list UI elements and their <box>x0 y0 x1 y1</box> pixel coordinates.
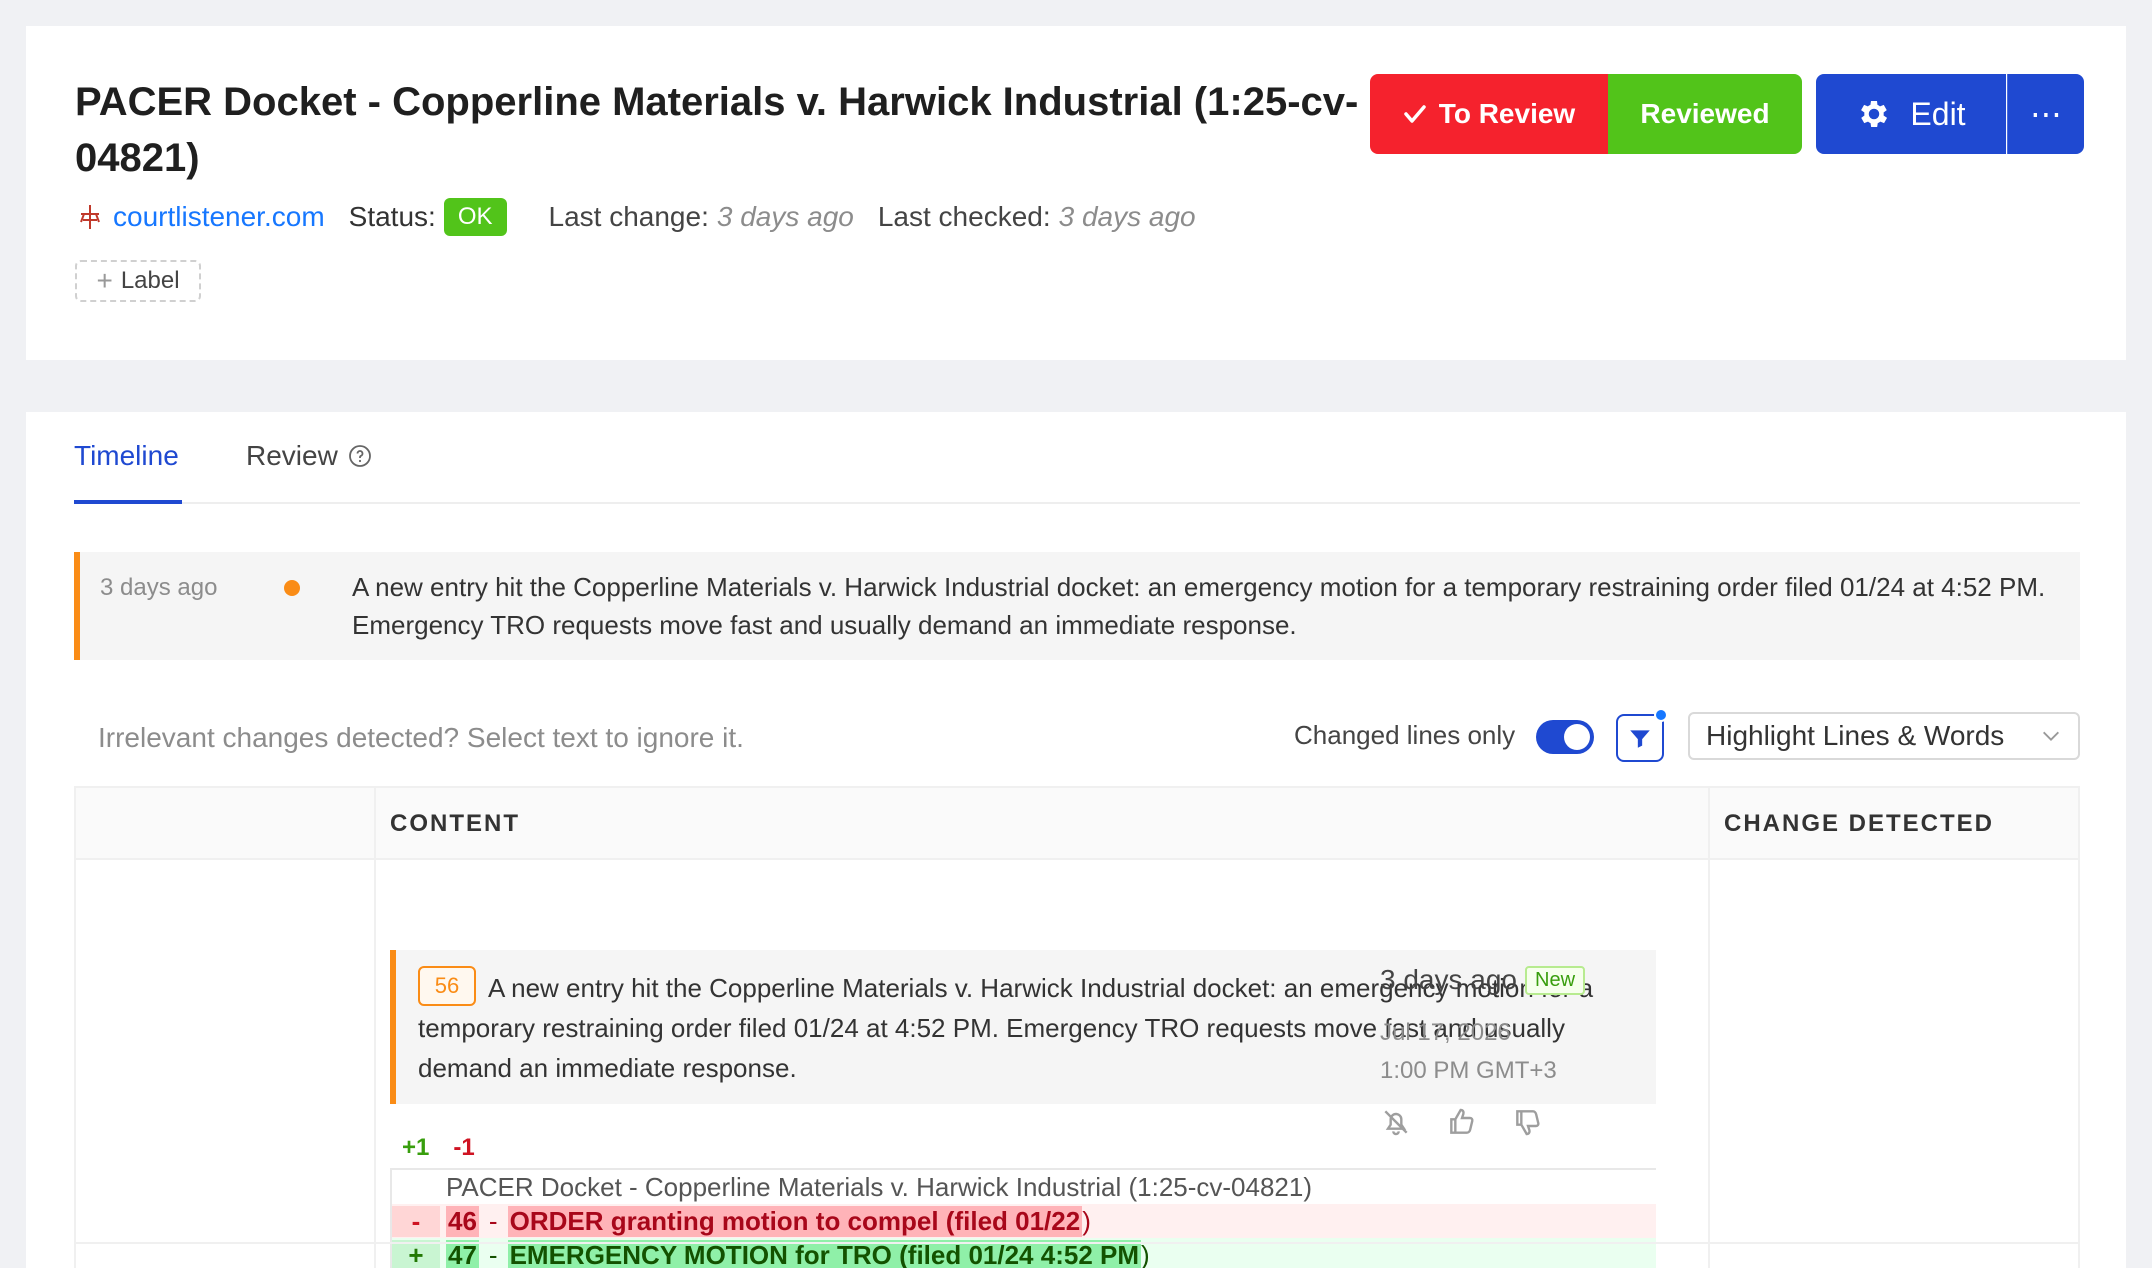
diff-minus-marker: - <box>392 1205 440 1237</box>
tab-review-label: Review <box>246 440 338 471</box>
changed-only-toggle[interactable] <box>1536 720 1594 754</box>
thumbs-up-icon[interactable] <box>1446 1106 1478 1138</box>
removed-count: -1 <box>453 1134 475 1161</box>
more-button[interactable]: ⋯ <box>2007 74 2084 154</box>
tab-review[interactable]: Review <box>246 440 372 504</box>
diff-stats: +1 -1 <box>402 1134 475 1162</box>
new-badge: New <box>1525 965 1586 995</box>
change-date: Jul 17, 2026 1:00 PM GMT+3 <box>1380 1014 1557 1090</box>
mute-icon[interactable] <box>1380 1106 1412 1138</box>
added-count: +1 <box>402 1134 430 1161</box>
source-link[interactable]: courtlistener.com <box>113 201 325 233</box>
last-change-value: 3 days ago <box>716 201 854 232</box>
filter-button[interactable] <box>1616 708 1668 762</box>
diff-context-text: PACER Docket - Copperline Materials v. H… <box>446 1171 1313 1202</box>
status-badge: OK <box>443 198 507 236</box>
diff-view: PACER Docket - Copperline Materials v. H… <box>390 1168 1656 1268</box>
toggle-knob <box>1564 724 1590 750</box>
col-change-header: CHANGE DETECTED <box>1724 810 1995 837</box>
chevron-down-icon <box>2043 731 2059 741</box>
changed-only-label: Changed lines only <box>1294 720 1516 750</box>
tab-timeline[interactable]: Timeline <box>74 440 182 504</box>
table-header: CONTENT CHANGE DETECTED <box>76 788 2078 860</box>
source-icon <box>75 202 105 232</box>
column-divider <box>1708 788 1710 1268</box>
highlight-mode-select[interactable]: Highlight Lines & Words <box>1688 712 2080 760</box>
highlight-mode-value: Highlight Lines & Words <box>1706 720 2005 751</box>
help-icon <box>348 445 371 467</box>
meta-row: courtlistener.com Status: OK Last change… <box>75 194 1220 240</box>
col-content-header: CONTENT <box>390 810 520 837</box>
reviewed-label: Reviewed <box>1640 98 1770 129</box>
to-review-label: To Review <box>1438 98 1576 129</box>
filter-icon <box>1630 730 1650 748</box>
edit-label: Edit <box>1910 95 1966 132</box>
diff-removed-number: 46 <box>446 1205 479 1237</box>
event-dot <box>284 580 300 596</box>
check-icon <box>1404 105 1426 123</box>
thumbs-down-icon[interactable] <box>1512 1106 1544 1138</box>
change-date-text: Jul 17, 2026 <box>1380 1019 1511 1046</box>
main-card: Timeline Review 3 days ago A new entry h… <box>26 412 2126 1268</box>
change-time: 3 days ago New <box>1380 964 1586 996</box>
ignore-hint: Irrelevant changes detected? Select text… <box>98 722 744 753</box>
tab-bar: Timeline Review <box>74 412 2080 504</box>
header-card: PACER Docket - Copperline Materials v. H… <box>26 26 2126 360</box>
change-time-text: 3 days ago <box>1380 964 1517 995</box>
filter-active-dot <box>1654 708 1668 722</box>
page-title: PACER Docket - Copperline Materials v. H… <box>75 80 1359 180</box>
row-divider <box>76 1242 2078 1244</box>
last-checked-label: Last checked: <box>877 201 1051 232</box>
add-label-text: Label <box>120 267 180 294</box>
changes-table: CONTENT CHANGE DETECTED 56 A new entry h… <box>74 786 2080 1268</box>
diff-removed-text: ORDER granting motion to compel (filed 0… <box>507 1205 1083 1237</box>
last-checked-value: 3 days ago <box>1058 201 1196 232</box>
reviewed-button[interactable]: Reviewed <box>1608 74 1802 154</box>
gear-icon <box>1861 100 1888 128</box>
row-actions <box>1380 1106 1544 1138</box>
edit-button[interactable]: Edit <box>1816 74 2006 154</box>
change-clock-text: 1:00 PM GMT+3 <box>1380 1057 1557 1084</box>
diff-context-line: PACER Docket - Copperline Materials v. H… <box>392 1170 1656 1204</box>
to-review-button[interactable]: To Review <box>1370 74 1608 154</box>
plus-icon: + <box>96 265 113 296</box>
add-label-button[interactable]: + Label <box>75 260 201 302</box>
timeline-event[interactable]: 3 days ago A new entry hit the Copperlin… <box>74 552 2080 660</box>
event-text: A new entry hit the Copperline Materials… <box>352 572 2046 640</box>
status-label: Status: <box>348 201 436 232</box>
last-change-label: Last change: <box>548 201 709 232</box>
diff-removed-line: - 46 - ORDER granting motion to compel (… <box>392 1204 1656 1238</box>
event-time: 3 days ago <box>100 574 218 601</box>
